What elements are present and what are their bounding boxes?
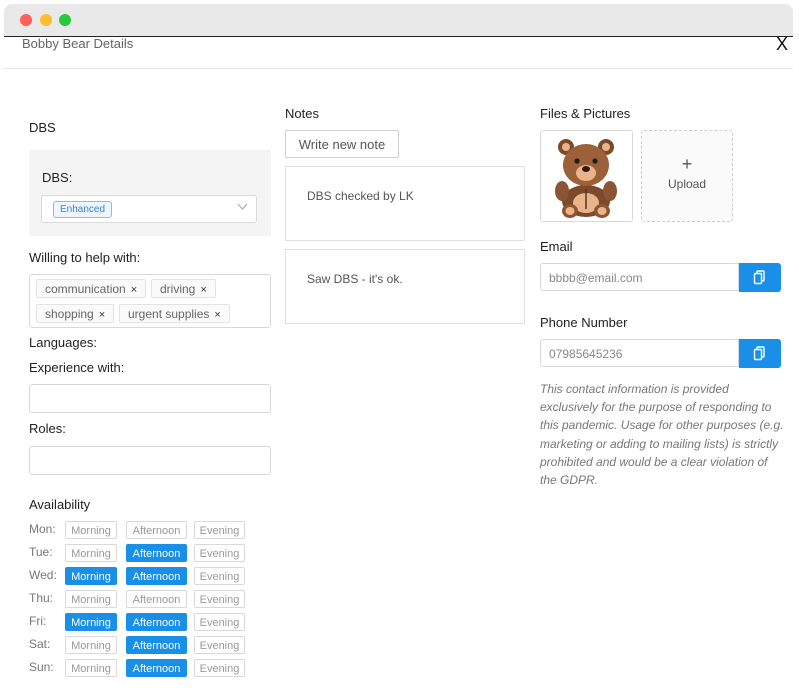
remove-icon[interactable]: × (99, 309, 105, 321)
files-title: Files & Pictures (540, 106, 631, 121)
teddy-bear-image (555, 139, 617, 218)
phone-label: Phone Number (540, 315, 628, 330)
experience-input[interactable] (29, 384, 271, 413)
gdpr-disclaimer: This contact information is provided exc… (540, 382, 784, 488)
availability-slot-button[interactable]: Afternoon (126, 544, 187, 562)
dbs-select[interactable]: Enhanced (41, 195, 257, 223)
window-titlebar (4, 4, 793, 37)
note-card: DBS checked by LK (285, 166, 525, 241)
write-new-note-button[interactable]: Write new note (285, 130, 399, 158)
copy-icon (753, 346, 765, 361)
day-label: Fri: (29, 614, 47, 628)
availability-slot-button[interactable]: Afternoon (126, 590, 187, 608)
copy-phone-button[interactable] (739, 339, 781, 368)
note-text: DBS checked by LK (307, 189, 414, 203)
modal-title: Bobby Bear Details (22, 36, 134, 51)
availability-slot-button[interactable]: Morning (65, 567, 117, 585)
notes-title: Notes (285, 106, 319, 121)
tag-chip-label: communication (45, 282, 126, 296)
phone-field[interactable]: 07985645236 (540, 339, 739, 367)
teddy-bear-picture[interactable] (540, 130, 633, 222)
dbs-selected-tag: Enhanced (53, 201, 113, 218)
remove-icon[interactable]: × (214, 309, 220, 321)
availability-slot-button[interactable]: Morning (65, 659, 117, 677)
window-maximize-dot[interactable] (59, 14, 71, 26)
availability-slot-button[interactable]: Morning (65, 613, 117, 631)
tag-chip-label: shopping (45, 307, 94, 321)
tag-chip: communication × (36, 279, 147, 298)
availability-slot-button[interactable]: Afternoon (126, 521, 187, 539)
window-minimize-dot[interactable] (40, 14, 52, 26)
copy-email-button[interactable] (739, 263, 781, 292)
header-divider (4, 68, 793, 69)
willing-label: Willing to help with: (29, 250, 141, 265)
dbs-section-title: DBS (29, 120, 56, 135)
day-label: Thu: (29, 591, 54, 605)
availability-title: Availability (29, 497, 91, 512)
availability-slot-button[interactable]: Morning (65, 636, 117, 654)
day-label: Sat: (29, 637, 51, 651)
day-label: Tue: (29, 545, 53, 559)
languages-label: Languages: (29, 335, 97, 350)
copy-icon (753, 270, 765, 285)
tag-chip-label: urgent supplies (128, 307, 210, 321)
availability-slot-button[interactable]: Morning (65, 521, 117, 539)
experience-label: Experience with: (29, 360, 125, 375)
availability-slot-button[interactable]: Evening (194, 590, 245, 608)
day-label: Sun: (29, 660, 54, 674)
remove-icon[interactable]: × (200, 284, 206, 296)
willing-multiselect[interactable]: communication × driving × shopping × urgent… (29, 274, 271, 328)
tag-chip-label: driving (160, 282, 196, 296)
availability-slot-button[interactable]: Evening (194, 544, 245, 562)
day-label: Wed: (29, 568, 57, 582)
availability-slot-button[interactable]: Afternoon (126, 659, 187, 677)
dbs-panel: DBS: Enhanced (29, 150, 271, 236)
plus-icon: + (681, 154, 693, 174)
availability-slot-button[interactable]: Evening (194, 613, 245, 631)
availability-slot-button[interactable]: Evening (194, 521, 245, 539)
roles-label: Roles: (29, 421, 66, 436)
availability-slot-button[interactable]: Morning (65, 590, 117, 608)
chevron-down-icon[interactable] (237, 201, 248, 215)
remove-icon[interactable]: × (131, 284, 137, 296)
upload-label: Upload (667, 177, 707, 191)
availability-slot-button[interactable]: Afternoon (126, 636, 187, 654)
day-label: Mon: (29, 522, 56, 536)
email-label: Email (540, 239, 573, 254)
window-close-dot[interactable] (20, 14, 32, 26)
close-icon[interactable]: X (776, 34, 788, 54)
availability-slot-button[interactable]: Afternoon (126, 613, 187, 631)
availability-slot-button[interactable]: Evening (194, 567, 245, 585)
availability-slot-button[interactable]: Evening (194, 659, 245, 677)
availability-slot-button[interactable]: Morning (65, 544, 117, 562)
note-card: Saw DBS - it's ok. (285, 249, 525, 324)
availability-slot-button[interactable]: Evening (194, 636, 245, 654)
upload-button[interactable]: + Upload (641, 130, 733, 222)
email-field[interactable]: bbbb@email.com (540, 263, 739, 291)
dbs-field-label: DBS: (42, 170, 73, 185)
tag-chip: driving × (151, 279, 216, 298)
roles-input[interactable] (29, 446, 271, 475)
tag-chip: urgent supplies × (119, 304, 230, 323)
tag-chip: shopping × (36, 304, 115, 323)
note-text: Saw DBS - it's ok. (307, 272, 403, 286)
availability-slot-button[interactable]: Afternoon (126, 567, 187, 585)
